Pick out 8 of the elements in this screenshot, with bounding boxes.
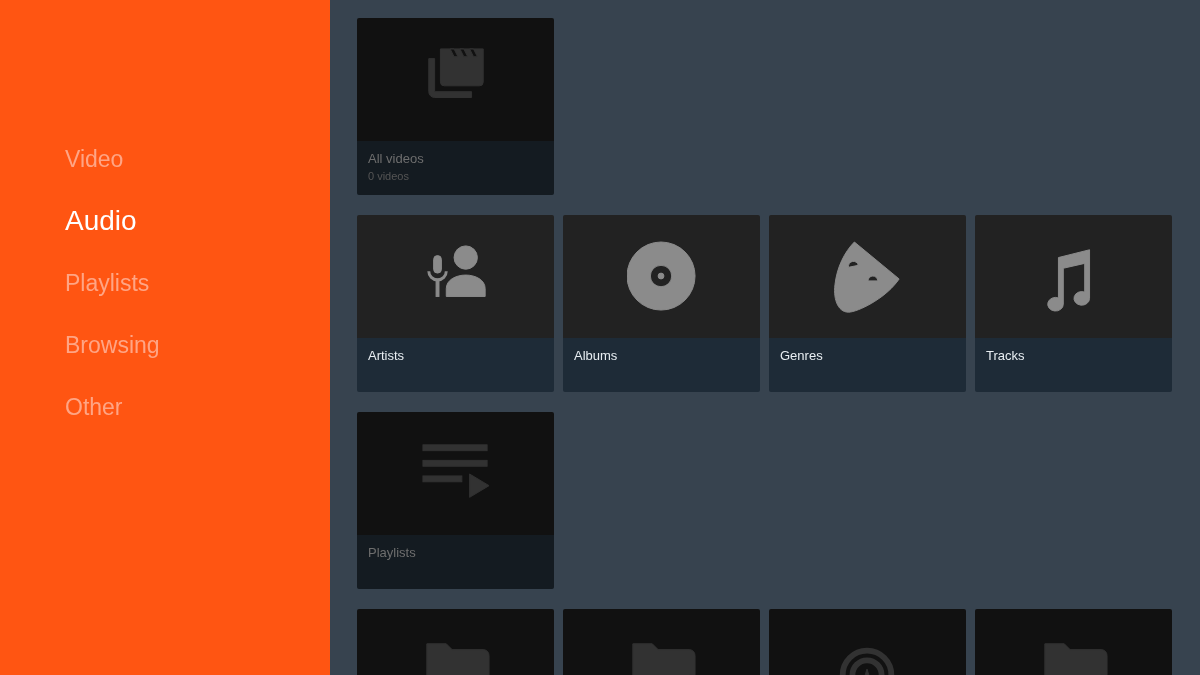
card-title: Albums [574,348,618,363]
card-title: Tracks [986,348,1025,363]
card-title: Artists [368,348,405,363]
card-title: Genres [780,348,823,363]
card-title: Playlists [368,545,416,560]
card-title: All videos [368,151,424,166]
sidebar-item[interactable]: Audio [65,203,137,265]
mask-icon [832,240,903,313]
